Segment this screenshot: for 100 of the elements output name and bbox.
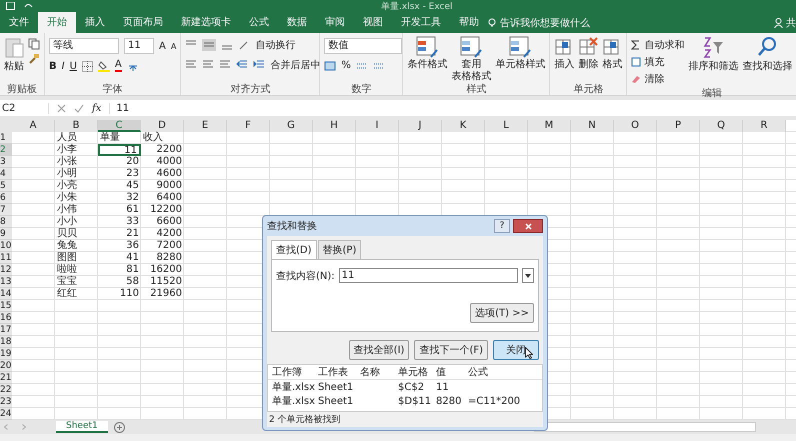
column-header[interactable]: C (98, 120, 141, 132)
column-header[interactable]: I (356, 120, 399, 132)
ribbon-tab[interactable]: 数据 (278, 12, 316, 33)
row-header[interactable]: 2 (0, 144, 12, 156)
row-header[interactable]: 15 (0, 300, 12, 312)
row-header[interactable]: 7 (0, 204, 12, 216)
column-header[interactable]: 单元格 (394, 365, 432, 379)
spreadsheet-cell[interactable]: 小李 (55, 144, 98, 156)
row-header[interactable]: 22 (0, 384, 12, 396)
spreadsheet-cell[interactable]: 21960 (141, 288, 184, 300)
wrap-text-button[interactable]: 自动换行 (255, 38, 296, 52)
ribbon-tab[interactable]: 视图 (354, 12, 392, 33)
column-header[interactable]: 工作簿 (268, 365, 314, 379)
spreadsheet-cell[interactable]: 啦啦 (55, 264, 98, 276)
spreadsheet-cell[interactable]: 110 (98, 288, 141, 300)
row-header[interactable]: 6 (0, 192, 12, 204)
dialog-button[interactable]: 查找全部(I) (348, 340, 410, 360)
name-box[interactable]: C2 (0, 102, 49, 114)
horizontal-scrollbar[interactable] (534, 422, 756, 432)
ribbon-tab[interactable]: 审阅 (316, 12, 354, 33)
align-text-icon[interactable] (202, 60, 214, 70)
spreadsheet-cell[interactable]: 6600 (141, 216, 184, 228)
spreadsheet-cell[interactable]: 小小 (55, 216, 98, 228)
result-cell[interactable]: $C$2 (394, 382, 432, 392)
result-cell[interactable]: 8280 (432, 396, 464, 406)
row-header[interactable]: 19 (0, 348, 12, 360)
dialog-tab[interactable]: 替换(P) (318, 240, 362, 259)
merge-center-button[interactable]: 合并后居中 (270, 58, 320, 72)
row-header[interactable]: 18 (0, 336, 12, 348)
row-header[interactable]: 3 (0, 156, 12, 168)
ribbon-tab[interactable]: 新建选项卡 (172, 12, 240, 33)
ribbon-tab[interactable]: 插入 (76, 12, 114, 33)
column-header[interactable]: L (485, 120, 528, 132)
spreadsheet-cell[interactable]: 11 (98, 144, 141, 156)
row-header[interactable]: 21 (0, 372, 12, 384)
column-header[interactable]: O (614, 120, 657, 132)
spreadsheet-cell[interactable]: 36 (98, 240, 141, 252)
share-button[interactable]: 共 (774, 16, 796, 30)
row-header[interactable]: 20 (0, 360, 12, 372)
help-button[interactable]: ? (494, 219, 510, 233)
increase-decimal-icon[interactable] (356, 60, 368, 70)
column-header[interactable]: 名称 (356, 365, 394, 379)
tell-me-field[interactable]: 告诉我你想要做什么 (500, 16, 590, 30)
number-format-field[interactable]: 数值 (324, 38, 402, 54)
increase-indent-icon[interactable] (253, 60, 266, 70)
dialog-tab[interactable]: 查找(D) (271, 240, 317, 259)
spreadsheet-cell[interactable]: 2200 (141, 144, 184, 156)
font-name-field[interactable]: 等线 (49, 38, 119, 54)
editing-button[interactable]: 自动求和 (631, 38, 684, 52)
editing-large-button[interactable]: 查找和选择 (742, 36, 792, 73)
cells-button[interactable]: 删除 (578, 36, 598, 71)
row-header[interactable]: 4 (0, 168, 12, 180)
font-color-button[interactable]: A (114, 60, 122, 72)
editing-button[interactable]: 填充 (631, 55, 684, 69)
border-icon[interactable] (82, 60, 93, 72)
spreadsheet-cell[interactable]: 4200 (141, 228, 184, 240)
paste-button[interactable]: 粘贴 (4, 36, 24, 73)
row-header[interactable]: 8 (0, 216, 12, 228)
result-cell[interactable]: Sheet1 (314, 382, 356, 392)
spreadsheet-cell[interactable]: 33 (98, 216, 141, 228)
spreadsheet-cell[interactable]: 8280 (141, 252, 184, 264)
options-button[interactable]: 选项(T) >> (470, 303, 534, 323)
align-text-icon[interactable] (219, 60, 232, 70)
spreadsheet-cell[interactable]: 图图 (55, 252, 98, 264)
spreadsheet-cell[interactable]: 7200 (141, 240, 184, 252)
style-button[interactable]: 套用 表格格式 (451, 36, 492, 82)
ribbon-tab[interactable]: 页面布局 (114, 12, 172, 33)
grow-font-button[interactable]: A (159, 40, 166, 52)
row-header[interactable]: 14 (0, 288, 12, 300)
text-style-button[interactable]: B (49, 60, 57, 72)
fill-color-icon[interactable] (98, 60, 110, 72)
ribbon-tab[interactable]: 帮助 (450, 12, 488, 33)
check-icon[interactable] (74, 104, 84, 112)
dialog-button[interactable]: 查找下一个(F) (414, 340, 488, 360)
spreadsheet-cell[interactable]: 4600 (141, 168, 184, 180)
ribbon-tab[interactable]: 开发工具 (392, 12, 450, 33)
text-style-button[interactable]: I (62, 60, 65, 72)
spreadsheet-cell[interactable]: 4000 (141, 156, 184, 168)
column-header[interactable]: 值 (432, 365, 464, 379)
style-button[interactable]: 单元格样式 (495, 36, 546, 70)
sheet-tab[interactable]: Sheet1 (56, 421, 108, 433)
row-header[interactable]: 10 (0, 240, 12, 252)
add-sheet-icon[interactable] (114, 422, 125, 432)
row-header[interactable]: 17 (0, 324, 12, 336)
spreadsheet-cell[interactable]: 小伟 (55, 204, 98, 216)
result-cell[interactable]: 11 (432, 382, 464, 392)
row-header[interactable]: 1 (0, 132, 12, 144)
orientation-icon[interactable] (238, 40, 250, 50)
spreadsheet-cell[interactable]: 收入 (141, 132, 184, 144)
column-header[interactable]: G (270, 120, 313, 132)
result-cell[interactable]: Sheet1 (314, 396, 356, 406)
spreadsheet-cell[interactable]: 61 (98, 204, 141, 216)
cancel-icon[interactable] (57, 104, 66, 112)
spreadsheet-cell[interactable]: 小亮 (55, 180, 98, 192)
row-header[interactable]: 12 (0, 264, 12, 276)
result-cell[interactable]: 单量.xlsx (268, 380, 314, 394)
copy-icon[interactable] (28, 38, 40, 50)
align-middle-icon[interactable] (202, 39, 216, 51)
spreadsheet-cell[interactable]: 宝宝 (55, 276, 98, 288)
row-header[interactable]: 5 (0, 180, 12, 192)
